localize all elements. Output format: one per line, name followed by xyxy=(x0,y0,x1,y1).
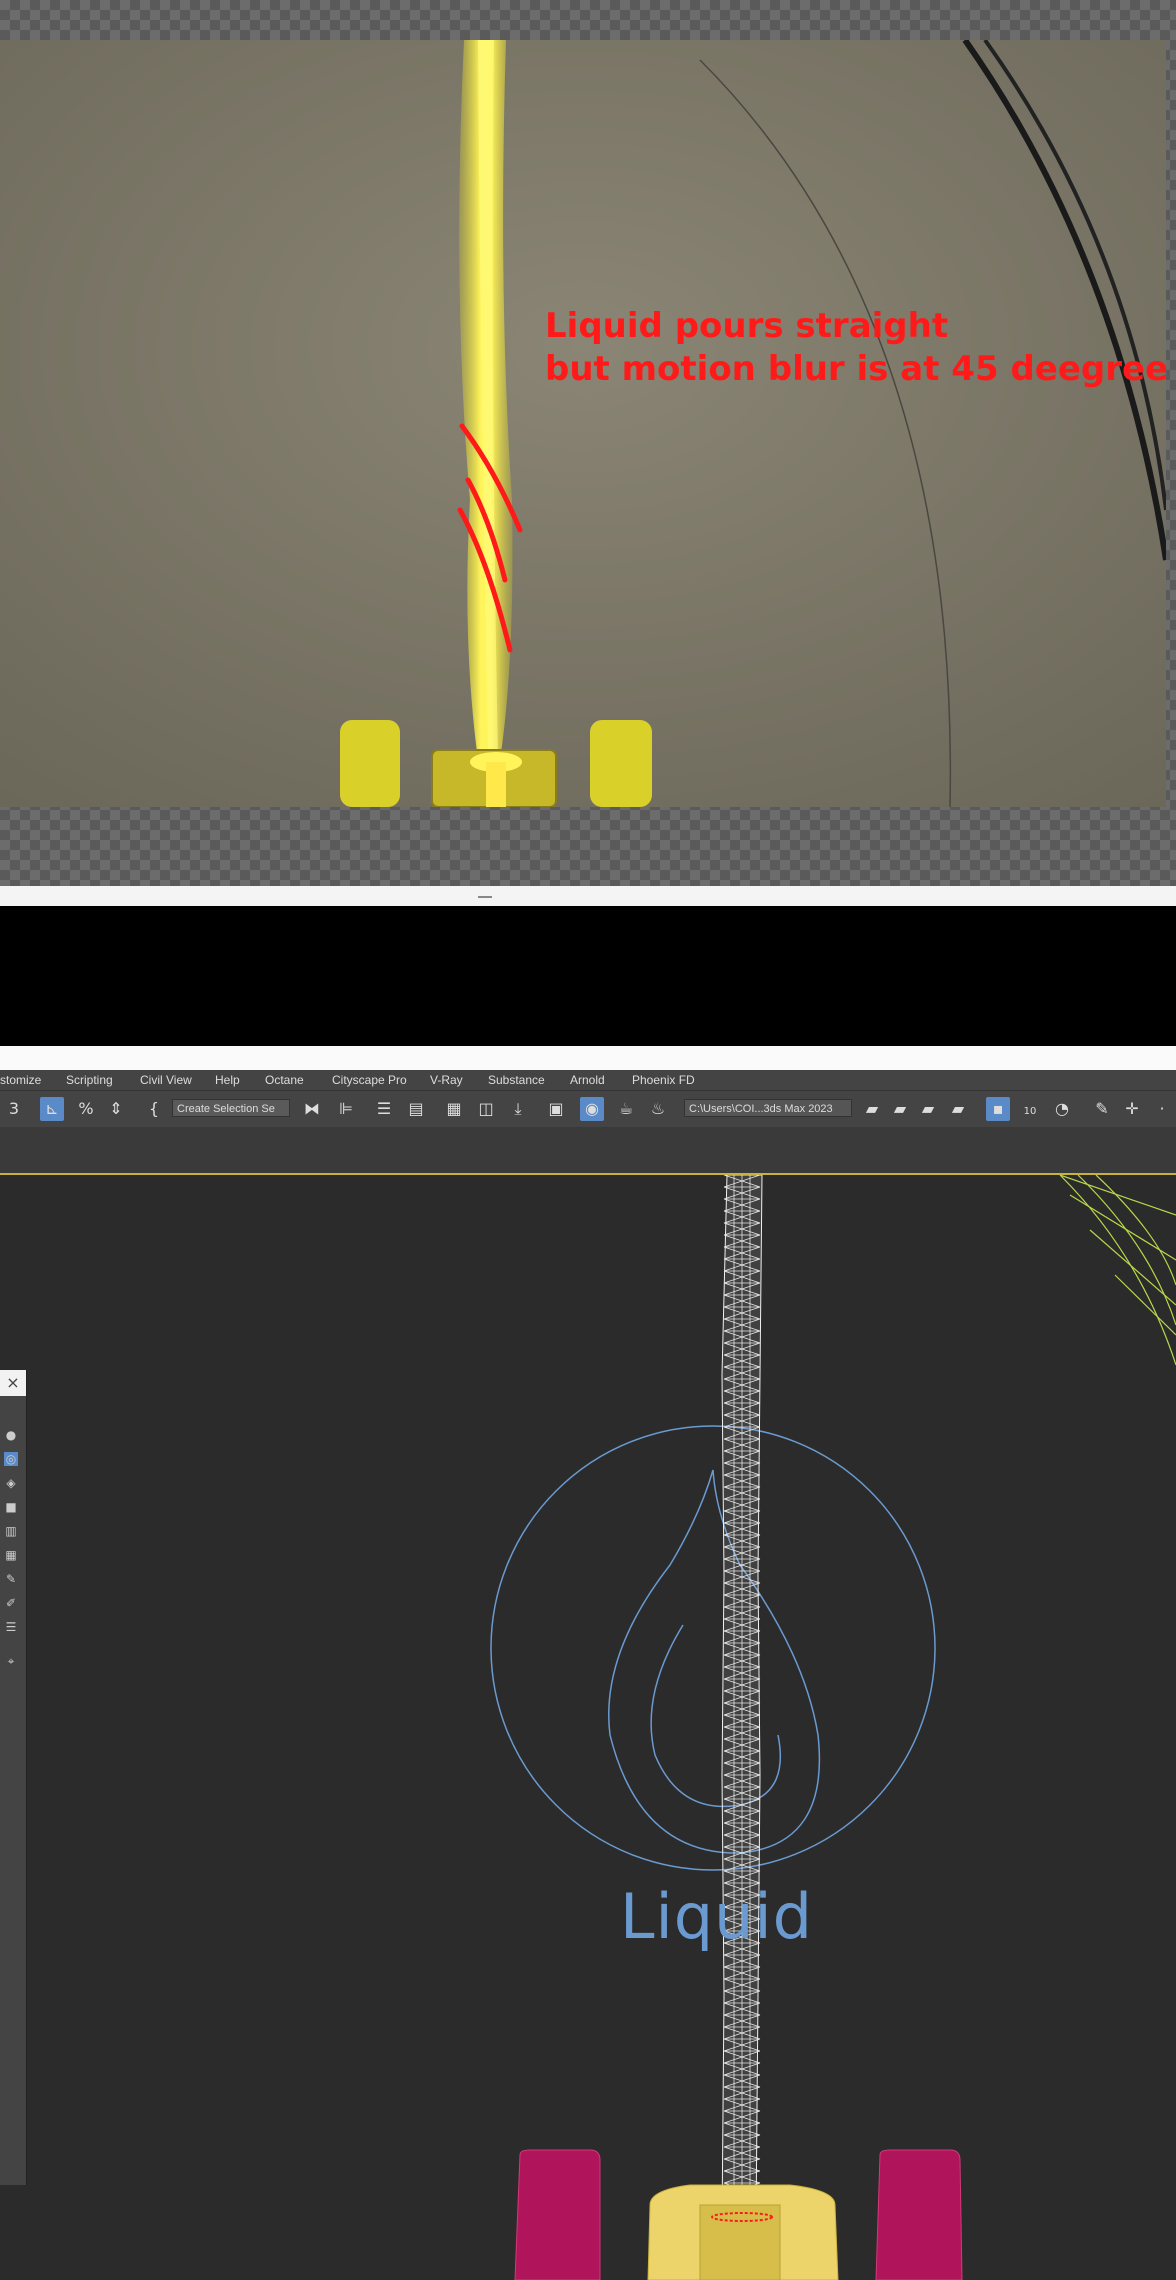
layer-explorer-button[interactable]: ☰ xyxy=(372,1097,396,1121)
angle-snap-button[interactable]: ⊾ xyxy=(40,1097,64,1121)
rendered-image: Liquid pours straight but motion blur is… xyxy=(0,40,1166,807)
folder-new-icon: ▰ xyxy=(893,1099,907,1118)
render-frame-buffer: Liquid pours straight but motion blur is… xyxy=(0,0,1176,886)
menu-arnold[interactable]: Arnold xyxy=(570,1073,605,1087)
list-icon[interactable]: ☰ xyxy=(4,1620,18,1634)
layer-icon: ☰ xyxy=(376,1099,392,1118)
gauge-button[interactable]: ◔ xyxy=(1050,1097,1074,1121)
project-browse-button[interactable]: ▰ xyxy=(946,1097,970,1121)
spinner-value: 10 xyxy=(1023,1106,1037,1117)
percent-snap-icon: % xyxy=(78,1099,94,1118)
cameras-icon[interactable]: ■ xyxy=(4,1500,18,1514)
snap-toggle-button[interactable]: 3 xyxy=(4,1097,24,1121)
ribbon-icon: ▤ xyxy=(408,1099,424,1118)
tool-icon[interactable]: ⌖ xyxy=(4,1654,18,1668)
gauge-icon: ◔ xyxy=(1055,1099,1069,1118)
move-tool-button[interactable]: ✛ xyxy=(1120,1097,1144,1121)
edit-named-selection-button[interactable]: { xyxy=(142,1097,166,1121)
systems-icon[interactable]: ✎ xyxy=(4,1572,18,1586)
annotation-line-2: but motion blur is at 45 deegrees xyxy=(545,349,1166,389)
window-gap xyxy=(0,1046,1176,1070)
menu-help[interactable]: Help xyxy=(215,1073,240,1087)
overflow-icon: · xyxy=(1159,1099,1165,1118)
autosave-button[interactable]: ▪ xyxy=(986,1097,1010,1121)
frame-window-icon: ◉ xyxy=(585,1099,599,1118)
project-create-button[interactable]: ▰ xyxy=(888,1097,912,1121)
liquid-helper-label: Liquid xyxy=(620,1880,813,1953)
save-icon: ▪ xyxy=(992,1099,1004,1118)
mirror-button[interactable]: ⧓ xyxy=(300,1097,324,1121)
helpers-icon[interactable]: ▥ xyxy=(4,1524,18,1538)
named-selection-icon: { xyxy=(148,1099,160,1118)
menu-bar: stomize Scripting Civil View Help Octane… xyxy=(0,1070,1176,1091)
curve-editor-icon: ▦ xyxy=(446,1099,462,1118)
menu-substance[interactable]: Substance xyxy=(488,1073,545,1087)
menu-civil-view[interactable]: Civil View xyxy=(140,1073,192,1087)
selection-set-dropdown[interactable]: Create Selection Se xyxy=(172,1099,290,1117)
render-iterative-button[interactable]: ♨ xyxy=(646,1097,670,1121)
divider-grip-icon[interactable] xyxy=(478,896,492,898)
render-teapot-icon: ☕ xyxy=(618,1099,634,1118)
project-set-button[interactable]: ▰ xyxy=(916,1097,940,1121)
spinner-snap-icon: ⇕ xyxy=(109,1099,123,1118)
render-setup-button[interactable]: ▣ xyxy=(544,1097,568,1121)
schematic-icon: ◫ xyxy=(478,1099,494,1118)
toolbar-overflow-button[interactable]: · xyxy=(1152,1097,1172,1121)
empty-region xyxy=(0,906,1176,1046)
project-open-button[interactable]: ▰ xyxy=(860,1097,884,1121)
panel-divider[interactable] xyxy=(0,886,1176,906)
align-icon: ⊫ xyxy=(339,1099,353,1118)
menu-cityscape-pro[interactable]: Cityscape Pro xyxy=(332,1073,407,1087)
rendered-frame-window-button[interactable]: ◉ xyxy=(580,1097,604,1121)
lights-icon[interactable]: ◈ xyxy=(4,1476,18,1490)
spacewarps-icon[interactable]: ▦ xyxy=(4,1548,18,1562)
folder-icon: ▰ xyxy=(865,1099,879,1118)
menu-scripting[interactable]: Scripting xyxy=(66,1073,113,1087)
main-toolbar: 3 ⊾ % ⇕ { Create Selection Se ⧓ ⊫ ☰ ▤ ▦ … xyxy=(0,1091,1176,1127)
curve-editor-button[interactable]: ▦ xyxy=(442,1097,466,1121)
close-icon[interactable]: × xyxy=(0,1370,26,1396)
menu-vray[interactable]: V-Ray xyxy=(430,1073,463,1087)
spinner-10-button[interactable]: 10 xyxy=(1018,1097,1042,1121)
render-setup-icon: ▣ xyxy=(548,1099,564,1118)
align-button[interactable]: ⊫ xyxy=(334,1097,358,1121)
percent-snap-button[interactable]: % xyxy=(74,1097,98,1121)
move-icon: ✛ xyxy=(1125,1099,1139,1118)
material-editor-button[interactable]: ⤓ xyxy=(506,1097,530,1121)
render-scene xyxy=(0,40,1166,807)
spinner-snap-button[interactable]: ⇕ xyxy=(104,1097,128,1121)
paint-icon[interactable]: ✐ xyxy=(4,1596,18,1610)
folder-set-icon: ▰ xyxy=(921,1099,935,1118)
folder-browse-icon: ▰ xyxy=(951,1099,965,1118)
viewport-scene xyxy=(490,1175,1176,2280)
material-icon: ⤓ xyxy=(514,1099,522,1118)
project-folder-dropdown[interactable]: C:\Users\COI...3ds Max 2023 xyxy=(684,1099,852,1117)
shapes-icon[interactable]: ◎ xyxy=(4,1452,18,1466)
render-production-button[interactable]: ☕ xyxy=(614,1097,638,1121)
menu-customize[interactable]: stomize xyxy=(0,1073,41,1087)
brush-tool-button[interactable]: ✎ xyxy=(1090,1097,1114,1121)
perspective-viewport[interactable]: Liquid xyxy=(0,1175,1176,2280)
viewport-header-strip xyxy=(0,1127,1176,1175)
snap-icon: 3 xyxy=(8,1099,20,1118)
command-panel: ● ◎ ◈ ■ ▥ ▦ ✎ ✐ ☰ ⌖ xyxy=(0,1370,27,2185)
toggle-ribbon-button[interactable]: ▤ xyxy=(404,1097,428,1121)
menu-phoenix-fd[interactable]: Phoenix FD xyxy=(632,1073,695,1087)
render-iterative-icon: ♨ xyxy=(650,1099,666,1118)
brush-icon: ✎ xyxy=(1095,1099,1109,1118)
sphere-icon[interactable]: ● xyxy=(4,1428,18,1442)
angle-snap-icon: ⊾ xyxy=(45,1099,59,1118)
schematic-view-button[interactable]: ◫ xyxy=(474,1097,498,1121)
mirror-icon: ⧓ xyxy=(304,1099,320,1118)
annotation-line-1: Liquid pours straight xyxy=(545,306,949,346)
menu-octane[interactable]: Octane xyxy=(265,1073,304,1087)
